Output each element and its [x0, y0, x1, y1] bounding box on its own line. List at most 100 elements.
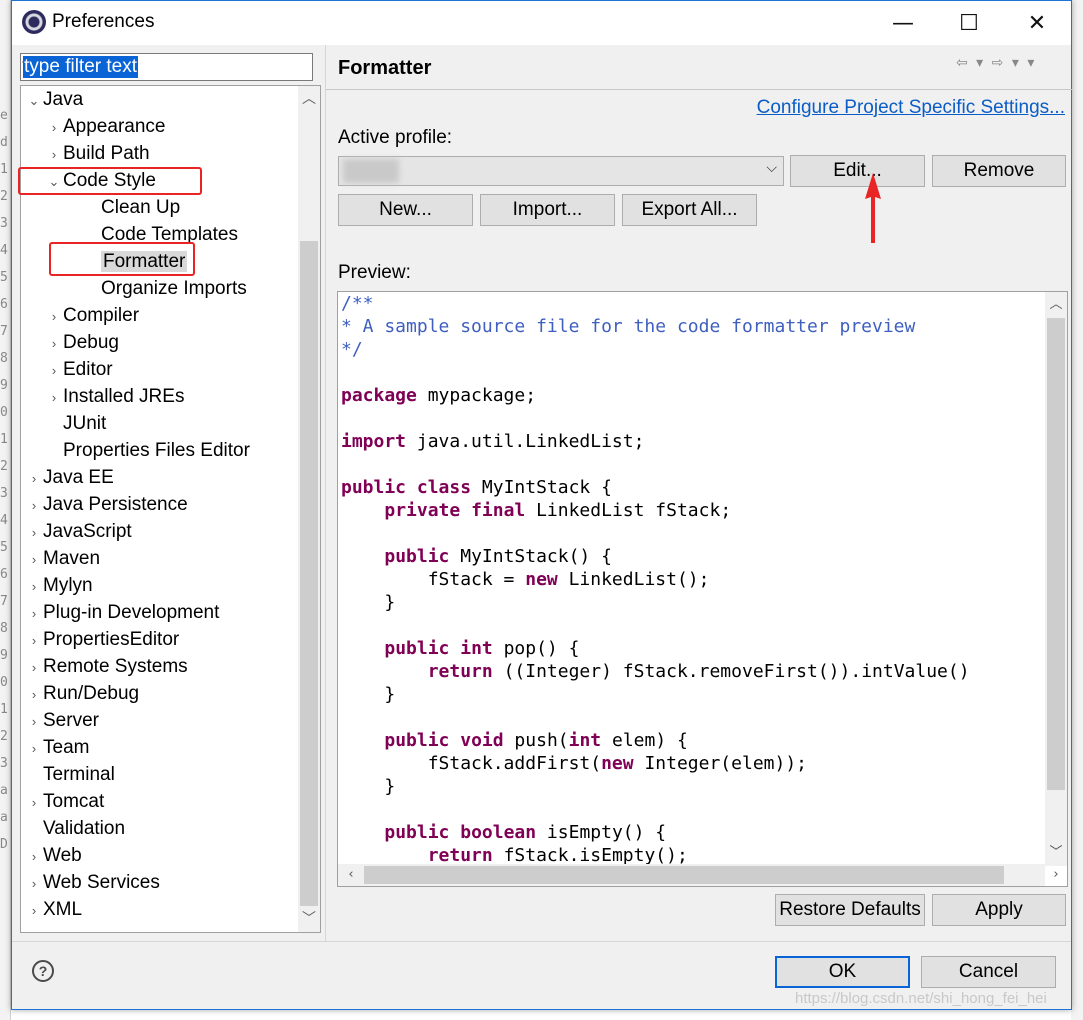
- tree-item[interactable]: › Plug-in Development: [25, 599, 220, 627]
- tree-item[interactable]: › Server: [25, 707, 99, 734]
- background-line-number: a: [0, 783, 8, 798]
- background-line-number: 7: [0, 324, 8, 339]
- tree-item-label: Compiler: [63, 305, 140, 326]
- chevron-left-icon[interactable]: ‹: [340, 864, 362, 886]
- code-text: fStack.addFirst(: [341, 753, 602, 774]
- chevron-right-icon[interactable]: ›: [45, 141, 63, 168]
- tree-item-label: Editor: [63, 359, 113, 380]
- chevron-down-icon[interactable]: ⌄: [25, 87, 43, 114]
- chevron-right-icon[interactable]: ›: [25, 600, 43, 627]
- chevron-right-icon[interactable]: ›: [45, 330, 63, 357]
- ok-button[interactable]: OK: [775, 956, 910, 988]
- restore-defaults-button[interactable]: Restore Defaults: [775, 894, 925, 926]
- chevron-right-icon[interactable]: ›: [25, 897, 43, 924]
- code-preview[interactable]: /** * A sample source file for the code f…: [337, 291, 1068, 887]
- code-text: Integer(elem));: [633, 753, 807, 774]
- tree-item[interactable]: › Installed JREs: [45, 383, 185, 411]
- chevron-right-icon[interactable]: ›: [25, 654, 43, 681]
- cancel-button[interactable]: Cancel: [921, 956, 1056, 988]
- title-bar[interactable]: Preferences — ☐ ✕: [12, 1, 1071, 45]
- chevron-right-icon[interactable]: ›: [45, 384, 63, 411]
- preview-hscroll-thumb[interactable]: [364, 866, 1004, 884]
- code-keyword: new: [601, 753, 634, 774]
- tree-item[interactable]: Validation: [25, 815, 125, 842]
- chevron-up-icon[interactable]: ︿: [298, 88, 320, 110]
- apply-button[interactable]: Apply: [932, 894, 1066, 926]
- chevron-right-icon[interactable]: ›: [1045, 864, 1067, 886]
- tree-item[interactable]: › PropertiesEditor: [25, 626, 179, 653]
- configure-project-link[interactable]: Configure Project Specific Settings...: [757, 97, 1065, 119]
- chevron-right-icon[interactable]: ›: [25, 789, 43, 816]
- background-line-number: 2: [0, 189, 8, 204]
- chevron-down-icon[interactable]: ﹀: [1045, 842, 1067, 864]
- tree-item[interactable]: Organize Imports: [83, 275, 247, 302]
- tree-item[interactable]: › JavaScript: [25, 518, 132, 545]
- background-line-number: 9: [0, 648, 8, 663]
- active-profile-select[interactable]: ⌵: [338, 156, 784, 186]
- code-keyword: new: [525, 569, 558, 590]
- tree-item[interactable]: › Tomcat: [25, 788, 104, 815]
- navigation-arrows[interactable]: ⇦ ▾ ⇨ ▾ ▾: [956, 55, 1036, 71]
- chevron-right-icon[interactable]: ›: [25, 519, 43, 546]
- tree-item-label: Properties Files Editor: [63, 440, 250, 461]
- tree-item[interactable]: › Compiler: [45, 302, 139, 329]
- minimize-button[interactable]: —: [868, 1, 938, 45]
- chevron-right-icon[interactable]: ›: [25, 573, 43, 600]
- tree-item[interactable]: › Debug: [45, 329, 119, 356]
- new-button[interactable]: New...: [338, 194, 473, 226]
- preview-vscroll-thumb[interactable]: [1047, 318, 1065, 790]
- tree-item[interactable]: JUnit: [45, 410, 106, 437]
- tree-item[interactable]: › Web Services: [25, 869, 160, 896]
- chevron-right-icon[interactable]: ›: [25, 708, 43, 735]
- chevron-right-icon[interactable]: ›: [45, 303, 63, 330]
- code-line: public void push(int elem) {: [341, 729, 687, 752]
- preview-horizontal-scrollbar[interactable]: ‹ ›: [338, 864, 1059, 886]
- chevron-right-icon[interactable]: ›: [25, 627, 43, 654]
- tree-item[interactable]: › Web: [25, 842, 82, 869]
- chevron-right-icon[interactable]: ›: [45, 357, 63, 384]
- tree-item[interactable]: › Team: [25, 734, 90, 762]
- chevron-up-icon[interactable]: ︿: [1045, 294, 1067, 316]
- chevron-right-icon[interactable]: ›: [25, 492, 43, 519]
- edit-button[interactable]: Edit...: [790, 155, 925, 187]
- tree-item[interactable]: › Appearance: [45, 113, 166, 141]
- tree-item[interactable]: › Build Path: [45, 140, 150, 167]
- tree-item-label: Installed JREs: [63, 386, 185, 407]
- chevron-right-icon[interactable]: ›: [25, 465, 43, 492]
- chevron-right-icon[interactable]: ›: [25, 681, 43, 708]
- preview-vertical-scrollbar[interactable]: ︿ ﹀: [1045, 292, 1067, 866]
- chevron-right-icon[interactable]: ›: [25, 870, 43, 897]
- tree-scrollbar[interactable]: ︿ ﹀: [298, 86, 320, 932]
- preferences-tree[interactable]: ⌄ Java › Appearance › Build Path ⌄ Code Style Cl…: [20, 85, 321, 933]
- tree-item[interactable]: › Run/Debug: [25, 680, 139, 707]
- close-button[interactable]: ✕: [1002, 1, 1072, 45]
- pane-divider[interactable]: [325, 45, 326, 941]
- chevron-down-icon[interactable]: ﹀: [298, 908, 320, 930]
- background-line-number: d: [0, 135, 8, 150]
- tree-item[interactable]: › Java EE: [25, 464, 114, 491]
- tree-item[interactable]: › Mylyn: [25, 572, 93, 599]
- chevron-right-icon[interactable]: ›: [25, 546, 43, 573]
- chevron-right-icon[interactable]: ›: [45, 114, 63, 141]
- annotation-arrow: [865, 173, 881, 243]
- tree-item[interactable]: › Java Persistence: [25, 491, 188, 518]
- tree-item[interactable]: › XML: [25, 896, 82, 923]
- remove-button[interactable]: Remove: [932, 155, 1066, 187]
- chevron-right-icon[interactable]: ›: [25, 843, 43, 870]
- tree-item[interactable]: Terminal: [25, 761, 115, 788]
- tree-item[interactable]: ⌄ Java: [25, 86, 84, 114]
- tree-item[interactable]: › Remote Systems: [25, 653, 188, 680]
- export-all-button[interactable]: Export All...: [622, 194, 757, 226]
- tree-item[interactable]: Properties Files Editor: [45, 437, 250, 464]
- active-profile-label: Active profile:: [338, 127, 453, 148]
- tree-item[interactable]: › Editor: [45, 356, 113, 383]
- tree-item[interactable]: › Maven: [25, 545, 100, 572]
- filter-field[interactable]: type filter text: [20, 53, 313, 81]
- help-icon[interactable]: ?: [32, 960, 54, 982]
- maximize-button[interactable]: ☐: [934, 1, 1004, 45]
- tree-scroll-thumb[interactable]: [300, 241, 318, 906]
- watermark: https://blog.csdn.net/shi_hong_fei_hei: [795, 990, 1047, 1007]
- chevron-right-icon[interactable]: ›: [25, 735, 43, 762]
- import-button[interactable]: Import...: [480, 194, 615, 226]
- tree-item[interactable]: Clean Up: [83, 194, 180, 221]
